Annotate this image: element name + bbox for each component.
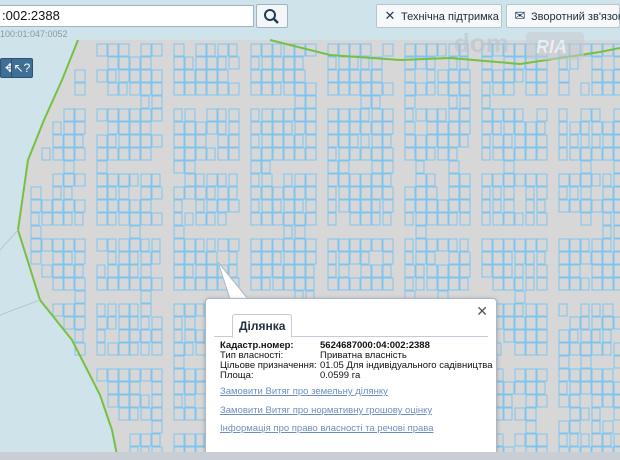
- envelope-icon: ✉: [514, 8, 526, 23]
- bottom-scrollbar[interactable]: [0, 452, 620, 460]
- property-key: Площа:: [220, 370, 254, 381]
- ownership-info-link[interactable]: Інформація про право власності та речові…: [220, 423, 434, 434]
- tab-parcel[interactable]: Ділянка: [232, 314, 293, 338]
- search-button[interactable]: [256, 4, 288, 28]
- popup-pointer: [217, 262, 250, 300]
- identify-icon: ↖?: [13, 61, 31, 75]
- order-land-extract-link[interactable]: Замовити Витяг про земельну ділянку: [220, 386, 388, 397]
- cadastral-search-input[interactable]: :002:2388: [0, 5, 254, 27]
- parcel-properties: Кадастр.номер: 5624687000:04:002:2388 Ти…: [220, 341, 493, 381]
- search-icon: [264, 9, 279, 24]
- property-row: Площа: 0.0599 га: [220, 371, 493, 381]
- search-hint: 100:01:047:0052: [0, 29, 68, 39]
- logo-badge-text: RIA: [536, 37, 567, 57]
- feedback-label: Зворотний зв'язок: [531, 11, 620, 23]
- tech-support-label: Технічна підтримка: [401, 11, 499, 23]
- tools-icon: ✕: [384, 8, 396, 23]
- identify-tool-button[interactable]: ↖?: [11, 58, 33, 78]
- order-valuation-extract-link[interactable]: Замовити Витяг про нормативну грошову оц…: [220, 405, 432, 416]
- feedback-button[interactable]: ✉ Зворотний зв'язок: [506, 4, 620, 28]
- property-value: 0.0599 га: [320, 370, 361, 381]
- close-icon[interactable]: ✕: [476, 303, 488, 320]
- logo-text: dom: [454, 28, 509, 58]
- parcel-info-popup: ✕ Ділянка Кадастр.номер: 5624687000:04:0…: [205, 298, 497, 458]
- tech-support-button[interactable]: ✕ Технічна підтримка: [376, 4, 502, 28]
- dom-ria-logo: dom RIA: [454, 28, 584, 60]
